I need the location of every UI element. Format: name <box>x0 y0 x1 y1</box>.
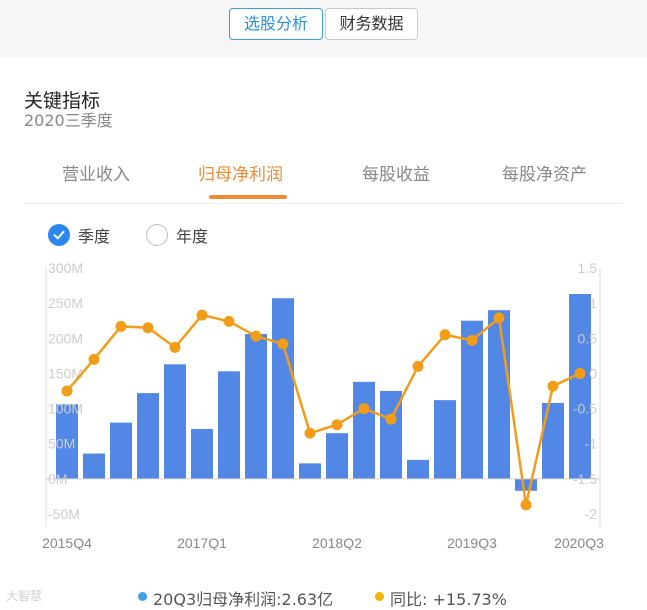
bar-2018Q2 <box>326 433 348 479</box>
checkmark-icon <box>48 224 70 246</box>
radio-empty-icon <box>146 224 168 246</box>
active-tab-indicator <box>209 195 287 199</box>
right-tick-label: -0.5 <box>573 401 597 417</box>
bar-2019Q2 <box>434 400 456 479</box>
x-tick-label: 2019Q3 <box>447 535 497 550</box>
yoy-point-2016Q2 <box>115 320 127 332</box>
legend-value-label: 20Q3归母净利润:2.63亿 <box>153 590 334 609</box>
radio-year-label: 年度 <box>176 227 209 246</box>
bar-2016Q4 <box>164 364 186 479</box>
radio-quarter[interactable]: 季度 <box>48 223 110 247</box>
tab-financial-data[interactable]: 财务数据 <box>325 8 418 40</box>
radio-year[interactable]: 年度 <box>146 223 208 247</box>
bar-2017Q3 <box>245 334 267 479</box>
right-tick-label: 1 <box>589 295 597 311</box>
tab-net-profit[interactable]: 归母净利润 <box>198 160 283 185</box>
right-tick-label: 0.5 <box>578 330 598 346</box>
left-tick-label: 300M <box>48 260 83 276</box>
top-bar: 选股分析 财务数据 <box>0 0 647 57</box>
chart-footer: 大智慧 20Q3归母净利润:2.63亿 同比: +15.73% <box>0 585 647 609</box>
yoy-point-2020Q3 <box>574 367 586 379</box>
left-tick-label: 250M <box>48 295 83 311</box>
bar-2016Q2 <box>110 422 132 479</box>
yoy-point-2017Q1 <box>196 309 208 321</box>
bar-2018Q3 <box>353 381 375 479</box>
x-tick-label: 2020Q3 <box>554 535 604 550</box>
yoy-point-2018Q4 <box>385 413 397 425</box>
left-tick-label: 50M <box>48 436 75 452</box>
bar-2017Q2 <box>218 371 240 479</box>
left-tick-label: 0M <box>48 471 67 487</box>
yoy-point-2017Q4 <box>277 338 289 350</box>
x-tick-label: 2017Q1 <box>177 535 227 550</box>
radio-quarter-label: 季度 <box>78 227 111 246</box>
legend-dot-yoy <box>375 592 384 601</box>
yoy-point-2019Q1 <box>412 360 424 372</box>
yoy-point-2016Q1 <box>88 353 100 365</box>
yoy-point-2016Q4 <box>169 341 181 353</box>
yoy-point-2020Q2 <box>547 380 559 392</box>
net-profit-chart: 300M250M200M150M100M50M0M-50M1.510.50-0.… <box>42 260 604 550</box>
left-tick-label: 200M <box>48 330 83 346</box>
left-tick-label: 100M <box>48 401 83 417</box>
bar-2018Q1 <box>299 463 321 479</box>
yoy-point-2017Q3 <box>250 330 262 342</box>
yoy-point-2019Q3 <box>466 334 478 346</box>
legend-dot-value <box>138 592 147 601</box>
bar-2020Q1 <box>515 478 537 491</box>
x-tick-label: 2015Q4 <box>42 535 92 550</box>
bar-2019Q1 <box>407 459 429 479</box>
yoy-point-2015Q4 <box>61 385 73 397</box>
yoy-point-2017Q2 <box>223 315 235 327</box>
yoy-point-2018Q1 <box>304 427 316 439</box>
yoy-point-2018Q2 <box>331 419 343 431</box>
right-tick-label: 0 <box>589 365 597 381</box>
bar-2017Q4 <box>272 298 294 479</box>
x-tick-label: 2018Q2 <box>312 535 362 550</box>
yoy-point-2020Q1 <box>520 499 532 511</box>
tab-bvps[interactable]: 每股净资产 <box>502 160 587 185</box>
right-tick-label: 1.5 <box>578 260 598 276</box>
right-tick-label: -1.5 <box>573 471 597 487</box>
tab-revenue[interactable]: 营业收入 <box>62 160 130 185</box>
tabs-divider <box>24 203 622 204</box>
legend-yoy-label: 同比: +15.73% <box>390 590 507 609</box>
left-tick-label: -50M <box>48 506 80 522</box>
bar-2016Q3 <box>137 393 159 479</box>
watermark-logo: 大智慧 <box>6 589 43 603</box>
bar-2019Q4 <box>488 310 510 479</box>
bar-2017Q1 <box>191 428 213 479</box>
card-subtitle: 2020三季度 <box>24 111 113 130</box>
tab-eps[interactable]: 每股收益 <box>362 160 430 185</box>
tab-stock-analysis[interactable]: 选股分析 <box>229 8 323 40</box>
bar-2016Q1 <box>83 453 105 479</box>
yoy-point-2018Q3 <box>358 403 370 415</box>
right-tick-label: -2 <box>585 506 598 522</box>
yoy-point-2019Q2 <box>439 329 451 341</box>
right-tick-label: -1 <box>585 436 598 452</box>
yoy-point-2019Q4 <box>493 312 505 324</box>
yoy-point-2016Q3 <box>142 322 154 334</box>
